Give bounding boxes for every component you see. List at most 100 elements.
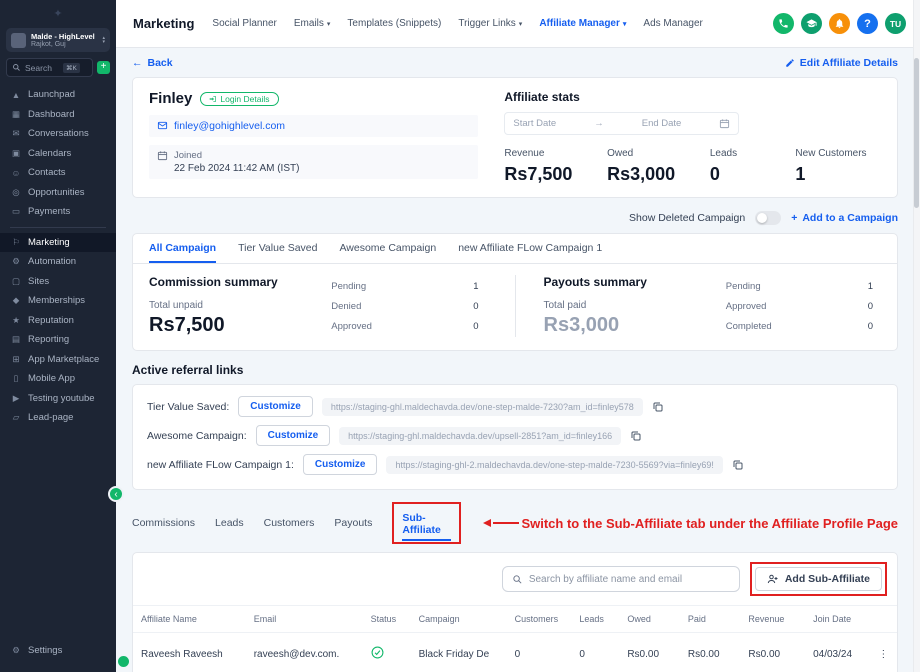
stat-new-customers: New Customers 1 bbox=[795, 148, 881, 185]
sidebar-item-lead-page[interactable]: ▱Lead-page bbox=[0, 408, 116, 428]
sidebar-item-settings[interactable]: ⚙Settings bbox=[0, 641, 116, 661]
campaign-summary-card: All Campaign Tier Value Saved Awesome Ca… bbox=[132, 233, 898, 351]
marketing-tabs: Social Planner Emails▾ Templates (Snippe… bbox=[212, 18, 702, 29]
tab-emails[interactable]: Emails▾ bbox=[294, 18, 331, 29]
sidebar-item-marketing[interactable]: ⚐Marketing bbox=[0, 233, 116, 253]
campaign-tab-tier-value-saved[interactable]: Tier Value Saved bbox=[238, 234, 317, 263]
sidebar-item-memberships[interactable]: ◆Memberships bbox=[0, 291, 116, 311]
sidebar-collapse-button[interactable]: ‹ bbox=[108, 486, 124, 502]
academy-button[interactable] bbox=[801, 13, 822, 34]
account-avatar bbox=[11, 33, 26, 48]
campaign-tab-new-affiliate-flow[interactable]: new Affiliate FLow Campaign 1 bbox=[458, 234, 602, 263]
help-button[interactable]: ? bbox=[857, 13, 878, 34]
sidebar-search[interactable]: ⌘K bbox=[6, 58, 93, 77]
sidebar-item-calendars[interactable]: ▣Calendars bbox=[0, 144, 116, 164]
scrollbar-thumb[interactable] bbox=[914, 58, 919, 208]
copy-icon[interactable] bbox=[652, 401, 664, 413]
joined-date: 22 Feb 2024 11:42 AM (IST) bbox=[174, 163, 299, 174]
copy-icon[interactable] bbox=[732, 459, 744, 471]
campaign-tab-awesome[interactable]: Awesome Campaign bbox=[339, 234, 436, 263]
sidebar-item-app-marketplace[interactable]: ⊞App Marketplace bbox=[0, 350, 116, 370]
sidebar-item-reputation[interactable]: ★Reputation bbox=[0, 311, 116, 331]
campaign-tab-all[interactable]: All Campaign bbox=[149, 234, 216, 263]
cell-join-date: 04/03/24 bbox=[805, 633, 870, 672]
annotation-arrow-icon bbox=[483, 519, 491, 527]
sidebar-item-launchpad[interactable]: ▲Launchpad bbox=[0, 85, 116, 105]
search-icon bbox=[512, 574, 523, 585]
tab-trigger-links[interactable]: Trigger Links▾ bbox=[458, 18, 522, 29]
edit-affiliate-details-link[interactable]: Edit Affiliate Details bbox=[785, 57, 898, 69]
sidebar-search-input[interactable] bbox=[25, 63, 59, 73]
col-join-date: Join Date bbox=[805, 606, 870, 633]
tab-customers[interactable]: Customers bbox=[264, 512, 315, 534]
top-navbar: Marketing Social Planner Emails▾ Templat… bbox=[116, 0, 920, 48]
quick-add-button[interactable]: + bbox=[97, 61, 110, 74]
help-bubble[interactable] bbox=[118, 656, 129, 667]
commission-pending-row: Pending1 bbox=[331, 276, 478, 296]
main-area: Marketing Social Planner Emails▾ Templat… bbox=[116, 0, 920, 672]
account-location: Rajkot, Guj bbox=[31, 41, 97, 48]
sub-affiliate-panel: Add Sub-Affiliate Affiliate Name Email S… bbox=[132, 552, 898, 672]
status-active-icon bbox=[371, 651, 384, 662]
back-link[interactable]: ←Back bbox=[132, 57, 173, 69]
tab-social-planner[interactable]: Social Planner bbox=[212, 18, 276, 29]
sidebar-item-testing-youtube[interactable]: ▶Testing youtube bbox=[0, 389, 116, 409]
show-deleted-campaign-label: Show Deleted Campaign bbox=[629, 212, 745, 224]
table-row[interactable]: Raveesh Raveesh raveesh@dev.com. Black F… bbox=[133, 633, 897, 672]
envelope-icon bbox=[157, 120, 168, 131]
mobile-icon: ▯ bbox=[11, 373, 21, 384]
col-revenue: Revenue bbox=[740, 606, 805, 633]
tab-ads-manager[interactable]: Ads Manager bbox=[643, 18, 702, 29]
date-range-picker[interactable]: Start Date → End Date bbox=[504, 112, 739, 135]
sidebar-item-reporting[interactable]: ▤Reporting bbox=[0, 330, 116, 350]
total-unpaid-label: Total unpaid bbox=[149, 300, 278, 311]
account-name: Malde - HighLevel bbox=[31, 32, 97, 41]
sidebar-item-dashboard[interactable]: ▦Dashboard bbox=[0, 105, 116, 125]
scrollbar[interactable] bbox=[913, 0, 920, 672]
customize-button[interactable]: Customize bbox=[256, 425, 331, 446]
show-deleted-campaign-toggle[interactable] bbox=[755, 211, 781, 225]
sidebar-item-mobile-app[interactable]: ▯Mobile App bbox=[0, 369, 116, 389]
sub-affiliate-table: Affiliate Name Email Status Campaign Cus… bbox=[133, 605, 897, 672]
sidebar-item-sites[interactable]: ▢Sites bbox=[0, 272, 116, 292]
sidebar-item-label: Contacts bbox=[28, 167, 66, 178]
gear-icon: ⚙ bbox=[11, 645, 21, 656]
tab-commissions[interactable]: Commissions bbox=[132, 512, 195, 534]
opportunities-icon: ◎ bbox=[11, 187, 21, 198]
sidebar-item-label: Sites bbox=[28, 276, 49, 287]
customize-button[interactable]: Customize bbox=[238, 396, 313, 417]
sidebar-item-automation[interactable]: ⚙Automation bbox=[0, 252, 116, 272]
account-switcher[interactable]: Malde - HighLevel Rajkot, Guj ▴ ▾ bbox=[6, 28, 110, 52]
sidebar-item-payments[interactable]: ▭Payments bbox=[0, 202, 116, 222]
payouts-approved-row: Approved0 bbox=[726, 296, 873, 316]
phone-button[interactable] bbox=[773, 13, 794, 34]
row-menu-button[interactable]: ⋮ bbox=[870, 633, 897, 672]
login-details-badge[interactable]: Login Details bbox=[200, 92, 278, 106]
memberships-icon: ◆ bbox=[11, 295, 21, 306]
calendar-icon bbox=[719, 118, 730, 129]
referral-link-row: new Affiliate FLow Campaign 1: Customize… bbox=[147, 454, 883, 475]
add-sub-affiliate-button[interactable]: Add Sub-Affiliate bbox=[755, 567, 882, 591]
customize-button[interactable]: Customize bbox=[303, 454, 378, 475]
tab-sub-affiliate[interactable]: Sub-Affiliate bbox=[402, 507, 451, 541]
add-to-campaign-link[interactable]: +Add to a Campaign bbox=[791, 212, 898, 224]
tab-payouts[interactable]: Payouts bbox=[334, 512, 372, 534]
user-avatar[interactable]: TU bbox=[885, 13, 906, 34]
tab-affiliate-manager[interactable]: Affiliate Manager▾ bbox=[539, 18, 626, 29]
tab-leads[interactable]: Leads bbox=[215, 512, 244, 534]
sidebar-item-contacts[interactable]: ☺ Contacts bbox=[0, 163, 116, 183]
commission-denied-row: Denied0 bbox=[331, 296, 478, 316]
affiliate-email-link[interactable]: finley@gohighlevel.com bbox=[174, 120, 285, 132]
affiliate-search-input[interactable] bbox=[529, 574, 730, 585]
copy-icon[interactable] bbox=[630, 430, 642, 442]
sidebar-item-label: Testing youtube bbox=[28, 393, 95, 404]
sidebar-item-conversations[interactable]: ✉Conversations bbox=[0, 124, 116, 144]
contacts-icon: ☺ bbox=[11, 168, 21, 178]
payouts-summary-title: Payouts summary bbox=[544, 275, 647, 289]
col-affiliate-name: Affiliate Name bbox=[133, 606, 246, 633]
tab-templates-snippets[interactable]: Templates (Snippets) bbox=[347, 18, 441, 29]
annotation-text: Switch to the Sub-Affiliate tab under th… bbox=[521, 516, 898, 531]
sidebar-item-opportunities[interactable]: ◎Opportunities bbox=[0, 183, 116, 203]
affiliate-search[interactable] bbox=[502, 566, 740, 592]
notifications-button[interactable] bbox=[829, 13, 850, 34]
